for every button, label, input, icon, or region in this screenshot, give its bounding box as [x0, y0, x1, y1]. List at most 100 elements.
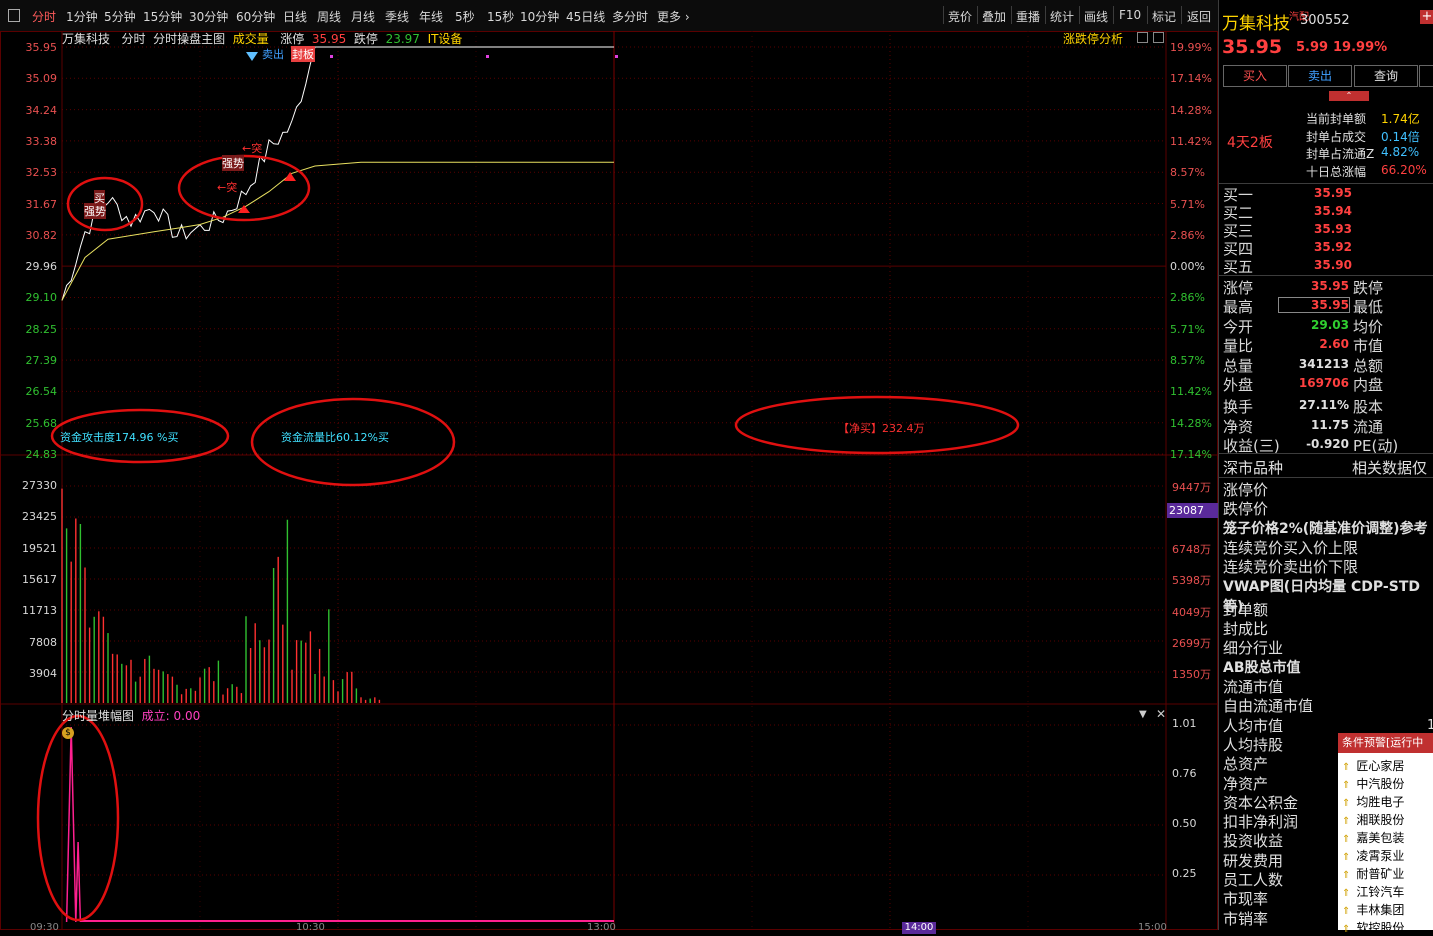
flow-ratio-text: 资金流量比60.12%买 — [281, 431, 389, 444]
alert-item[interactable]: ⇑ 凌霄泵业 — [1342, 847, 1404, 864]
tab-intraday[interactable]: 分时 — [32, 8, 56, 25]
pct-tick: 5.71% — [1170, 197, 1205, 211]
diamond-icon — [246, 52, 258, 61]
section-related[interactable]: 相关数据仅 — [1352, 457, 1427, 478]
stat-value: 35.95 — [1311, 279, 1349, 293]
highlight-ellipse-6 — [36, 714, 120, 922]
buy-button[interactable]: 买入 — [1223, 65, 1287, 87]
quote-change: 5.99 — [1296, 40, 1329, 55]
collapse-icon[interactable] — [1137, 32, 1148, 43]
tab-more[interactable]: 更多 › — [657, 8, 690, 25]
btn-auction[interactable]: 竞价 — [948, 8, 972, 25]
chart-volume-label: 成交量 — [232, 32, 269, 46]
tab-30min[interactable]: 30分钟 — [189, 8, 228, 25]
alert-item[interactable]: ⇑ 嘉美包装 — [1342, 829, 1404, 846]
btn-overlay[interactable]: 叠加 — [982, 8, 1006, 25]
price-tick: 33.38 — [25, 134, 58, 148]
stat-value: 169706 — [1298, 376, 1349, 390]
stat-label-2: 总额 — [1353, 356, 1384, 375]
pct-tick: 14.28% — [1170, 416, 1212, 430]
more-button[interactable] — [1419, 65, 1433, 87]
streak-label: 4天2板 — [1227, 135, 1273, 151]
buy-label: 买 — [94, 190, 105, 206]
volume-tick: 27330 — [22, 479, 57, 492]
stat-label: 净资 — [1223, 417, 1254, 436]
alert-arrow-icon: ⇑ — [1342, 870, 1351, 881]
price-tick: 30.82 — [25, 228, 58, 242]
sub-chart-dropdown-icon[interactable]: ▼ — [1139, 709, 1147, 720]
alert-arrow-icon: ⇑ — [1342, 798, 1351, 809]
limit-up-label: 涨停 — [280, 32, 305, 46]
tab-yearly[interactable]: 年线 — [419, 8, 443, 25]
chart-mode: 分时 — [121, 32, 146, 46]
expand-icon[interactable]: ⌃ — [1329, 91, 1369, 101]
stat-label: 换手 — [1223, 398, 1254, 417]
pct-tick: 11.42% — [1170, 385, 1212, 399]
sidebar-toggle-icon[interactable] — [8, 9, 20, 22]
sub-axis-tick: 0.50 — [1172, 817, 1197, 830]
tab-multi-intraday[interactable]: 多分时 — [612, 8, 648, 25]
quote-field: 人均市值 — [1223, 716, 1284, 735]
tab-5min[interactable]: 5分钟 — [104, 8, 136, 25]
tab-60min[interactable]: 60分钟 — [236, 8, 275, 25]
quote-field: 封单额 — [1223, 600, 1269, 619]
quote-stock-name: 万集科技 — [1222, 14, 1290, 34]
tab-daily[interactable]: 日线 — [283, 8, 307, 25]
btn-back[interactable]: 返回 — [1187, 8, 1211, 25]
alert-item-label: 江铃汽车 — [1356, 885, 1405, 899]
window-icon[interactable] — [1153, 32, 1164, 43]
tab-weekly[interactable]: 周线 — [317, 8, 341, 25]
condition-alert-box[interactable]: 条件预警[运行中 ⇑ 匠心家居 ⇑ 中汽股份 ⇑ 均胜电子 ⇑ 湘联股份 ⇑ 嘉美包装 ⇑ 凌霄泵业 ⇑… — [1338, 733, 1433, 935]
btn-mark[interactable]: 标记 — [1152, 8, 1176, 25]
volume-tick: 15617 — [22, 572, 57, 586]
price-tick: 29.96 — [25, 260, 58, 274]
price-tick: 24.83 — [25, 447, 58, 461]
tab-15min[interactable]: 15分钟 — [143, 8, 182, 25]
order-book-price: 35.92 — [1314, 240, 1352, 254]
alert-item[interactable]: ⇑ 中汽股份 — [1342, 775, 1404, 792]
alert-arrow-icon: ⇑ — [1342, 762, 1351, 773]
tab-10min[interactable]: 10分钟 — [520, 8, 559, 25]
alert-item[interactable]: ⇑ 湘联股份 — [1342, 811, 1404, 828]
signal-dot — [330, 55, 333, 58]
add-icon[interactable]: + — [1420, 10, 1433, 24]
tab-15sec[interactable]: 15秒 — [487, 8, 514, 25]
order-book-price: 35.93 — [1314, 222, 1352, 236]
chart-main-name: 分时操盘主图 — [153, 32, 226, 46]
net-buy-text: 【净买】232.4万 — [838, 422, 925, 435]
stat-label: 量比 — [1223, 337, 1254, 356]
alert-item[interactable]: ⇑ 江铃汽车 — [1342, 883, 1404, 900]
btn-f10[interactable]: F10 — [1119, 8, 1141, 22]
alert-item[interactable]: ⇑ 耐普矿业 — [1342, 865, 1404, 882]
pct-tick: 14.28% — [1170, 103, 1212, 117]
price-tick: 28.25 — [25, 322, 58, 336]
alert-item[interactable]: ⇑ 丰林集团 — [1342, 901, 1404, 918]
alert-item[interactable]: ⇑ 均胜电子 — [1342, 793, 1404, 810]
sub-chart-label: 成立: — [141, 709, 170, 723]
amount-tick: 2699万 — [1172, 636, 1211, 650]
price-tick: 25.68 — [25, 416, 58, 430]
quote-field: 流通市值 — [1223, 678, 1284, 696]
tab-monthly[interactable]: 月线 — [351, 8, 375, 25]
breakout-label-1: ←突 — [242, 142, 263, 155]
limit-analysis-link[interactable]: 涨跌停分析 — [1063, 30, 1123, 47]
intraday-chart[interactable] — [0, 31, 1218, 930]
stat-label: 涨停 — [1223, 279, 1254, 297]
tab-45day[interactable]: 45日线 — [566, 8, 605, 25]
sub-chart-close-icon[interactable]: ✕ — [1156, 707, 1166, 721]
tab-1min[interactable]: 1分钟 — [66, 8, 98, 25]
sell-button[interactable]: 卖出 — [1288, 65, 1352, 87]
btn-stats[interactable]: 统计 — [1050, 8, 1074, 25]
alert-item[interactable]: ⇑ 匠心家居 — [1342, 757, 1404, 774]
tab-5sec[interactable]: 5秒 — [455, 8, 475, 25]
btn-draw[interactable]: 画线 — [1084, 8, 1108, 25]
alert-arrow-icon: ⇑ — [1342, 888, 1351, 899]
tab-quarterly[interactable]: 季线 — [385, 8, 409, 25]
quote-field: AB股总市值 — [1223, 659, 1301, 676]
chart-grid — [0, 31, 1218, 930]
alert-item[interactable]: ⇑ 软控股份 — [1342, 919, 1404, 936]
volume-tick: 23425 — [22, 510, 57, 524]
btn-replay[interactable]: 重播 — [1016, 8, 1040, 25]
query-button[interactable]: 查询 — [1354, 65, 1418, 87]
amount-tick: 6748万 — [1172, 543, 1211, 556]
